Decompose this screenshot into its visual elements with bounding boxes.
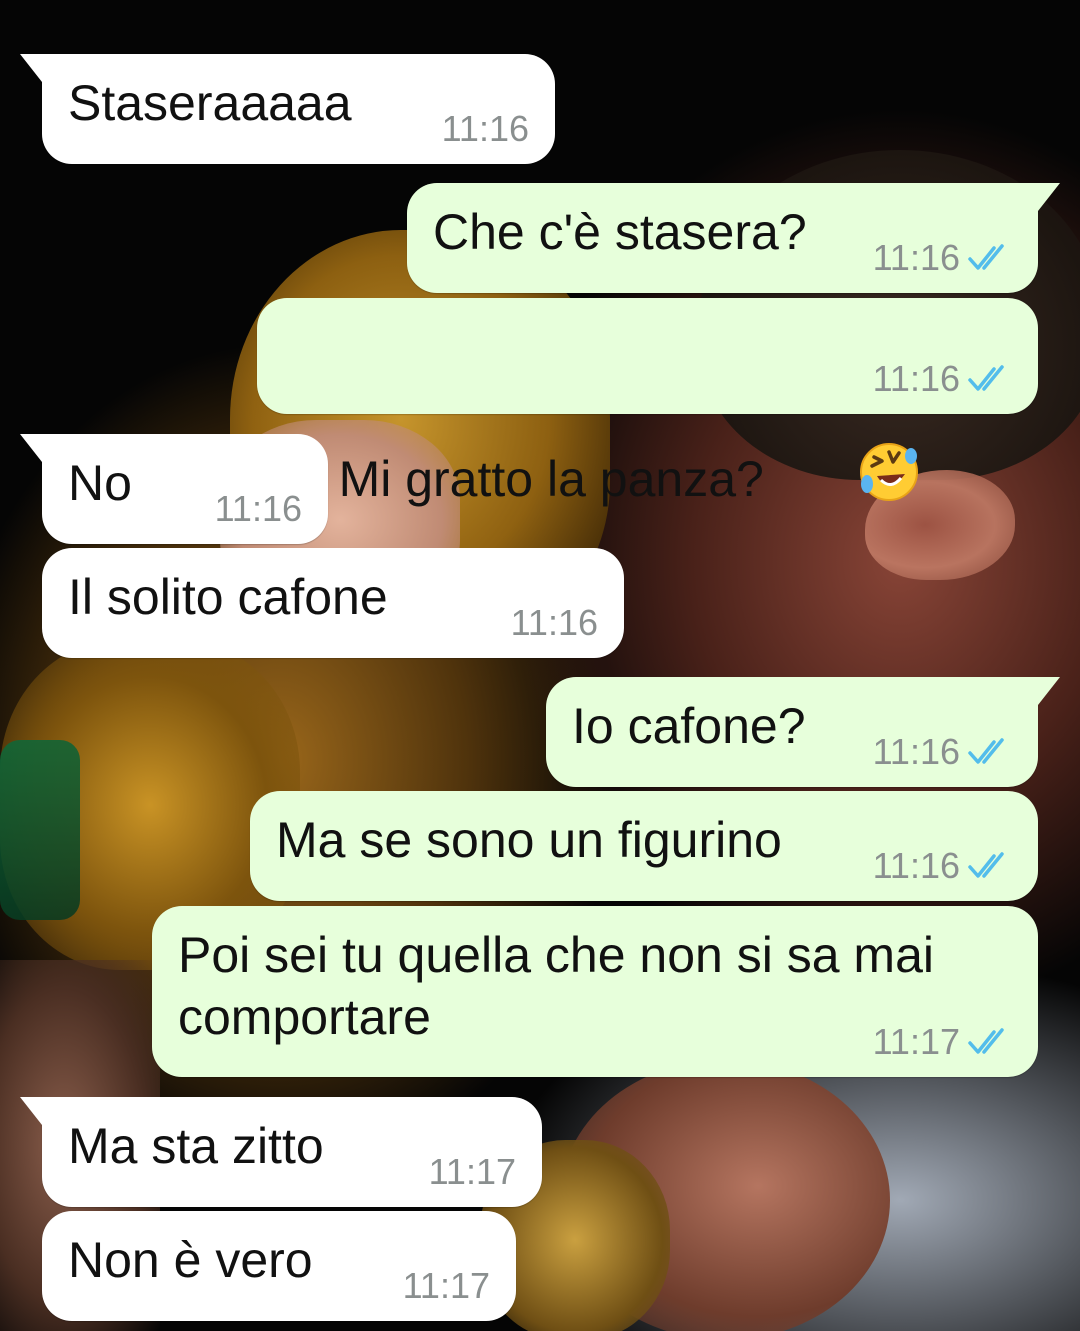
wallpaper-trophy-band (0, 740, 80, 920)
message-meta: 11:16 (873, 731, 1012, 773)
message-text: No (68, 455, 132, 511)
message-bubble-outgoing[interactable]: Io cafone? 11:16 (546, 677, 1060, 787)
message-meta: 11:17 (429, 1151, 516, 1193)
double-check-icon (968, 364, 1012, 394)
message-text-content: Mi gratto la panza? (338, 451, 764, 508)
double-check-icon (968, 737, 1012, 767)
message-bubble-incoming[interactable]: No 11:16 (20, 434, 328, 544)
message-time: 11:16 (441, 108, 529, 149)
message-meta: 11:16 (442, 108, 529, 150)
message-meta: 11:16 (215, 488, 302, 530)
message-text: Ma sta zitto (68, 1118, 324, 1174)
message-text: Non è vero (68, 1232, 313, 1288)
message-meta: 11:17 (873, 1021, 1012, 1063)
double-check-icon (968, 243, 1012, 273)
message-time: 11:16 (872, 731, 960, 772)
double-check-icon (968, 1027, 1012, 1057)
message-text: Staseraaaaa (68, 75, 352, 131)
message-text: Ma se sono un figurino (276, 812, 782, 868)
message-time: 11:16 (872, 845, 960, 886)
message-text: Io cafone? (572, 698, 806, 754)
message-time: 11:16 (510, 602, 598, 643)
message-time: 11:16 (872, 358, 960, 399)
message-meta: 11:17 (403, 1265, 490, 1307)
message-bubble-outgoing[interactable]: Che c'è stasera? 11:16 (407, 183, 1060, 293)
double-check-icon (968, 851, 1012, 881)
message-text: Poi sei tu quella che non si sa mai comp… (178, 927, 934, 1045)
message-text: Che c'è stasera? (433, 204, 807, 260)
message-meta: 11:16 (873, 358, 1012, 400)
message-meta: 11:16 (511, 602, 598, 644)
message-time: 11:17 (402, 1265, 490, 1306)
message-meta: 11:16 (873, 845, 1012, 887)
message-bubble-incoming[interactable]: Non è vero 11:17 (42, 1211, 516, 1321)
message-bubble-incoming[interactable]: Staseraaaaa 11:16 (20, 54, 555, 164)
message-bubble-outgoing[interactable]: Mi gratto la panza? 11:16 (257, 298, 1038, 507)
message-bubble-outgoing[interactable]: Ma se sono un figurino 11:16 (250, 791, 1038, 901)
message-meta: 11:16 (873, 237, 1012, 279)
message-time: 11:17 (872, 1021, 960, 1062)
message-bubble-incoming[interactable]: Ma sta zitto 11:17 (20, 1097, 542, 1207)
rolling-on-floor-laughing-icon (774, 378, 921, 580)
message-bubble-incoming[interactable]: Il solito cafone 11:16 (42, 548, 624, 658)
message-text: Il solito cafone (68, 569, 388, 625)
message-time: 11:17 (428, 1151, 516, 1192)
message-time: 11:16 (214, 488, 302, 529)
message-time: 11:16 (872, 237, 960, 278)
message-bubble-outgoing[interactable]: Poi sei tu quella che non si sa mai comp… (152, 906, 1038, 1077)
